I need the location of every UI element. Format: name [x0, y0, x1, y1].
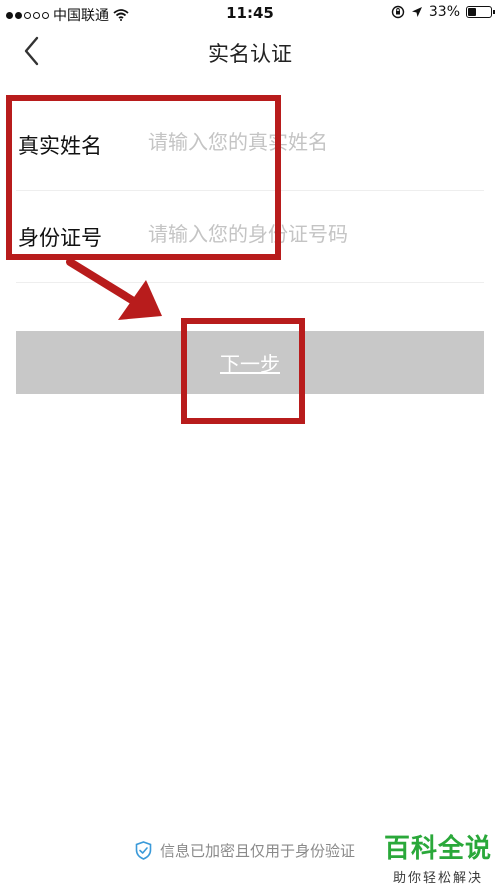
watermark-subtitle: 助你轻松解决 — [392, 871, 483, 886]
battery-percent: 33% — [428, 4, 460, 20]
location-arrow-icon — [411, 7, 422, 17]
status-right: 33% — [391, 4, 495, 20]
status-bar: 中国联通 11:45 33% — [0, 0, 500, 28]
security-note: 信息已加密且仅用于身份验证 — [135, 840, 355, 861]
watermark-title: 百科全说 — [383, 834, 492, 864]
security-note-text: 信息已加密且仅用于身份验证 — [160, 842, 356, 860]
battery-level — [468, 8, 476, 16]
rotation-lock-icon — [391, 5, 405, 19]
annotation-box-button — [181, 318, 305, 424]
watermark-logo: 百科全说 助你轻松解决 — [384, 828, 492, 886]
battery-icon — [466, 6, 495, 18]
page-title: 实名认证 — [208, 42, 292, 66]
nav-bar: 实名认证 — [0, 28, 500, 74]
real-name-verification-screen: 中国联通 11:45 33% 实名认证 真实姓名 请输入您的真实姓名 身份证号 … — [0, 0, 500, 889]
annotation-box-form — [6, 95, 281, 260]
shield-check-icon — [135, 841, 152, 860]
